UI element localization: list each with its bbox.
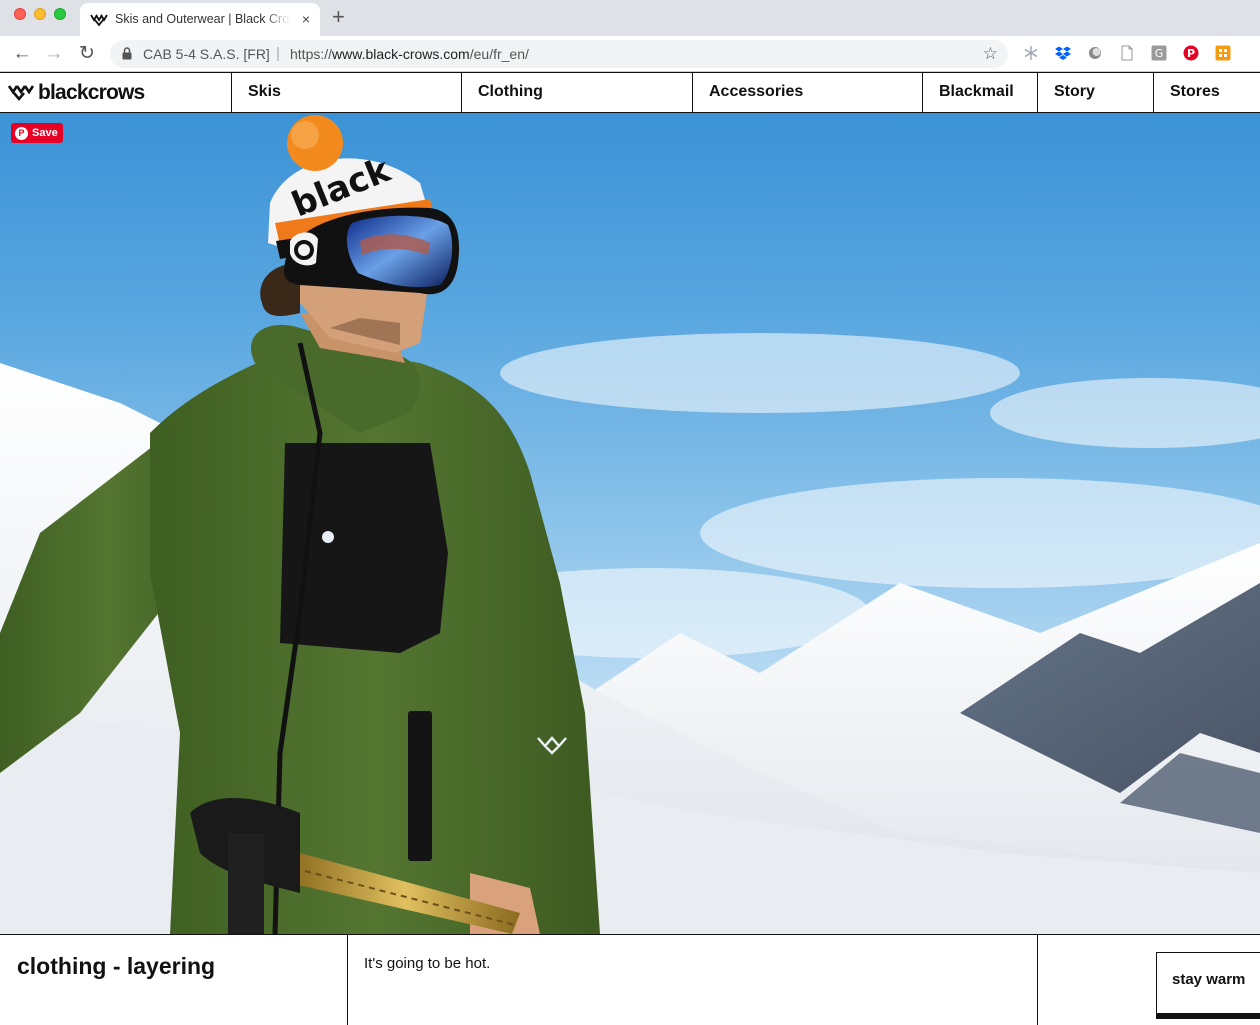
site-navigation: blackcrows Skis Clothing Accessories Bla… (0, 72, 1260, 113)
pinterest-save-button[interactable]: P Save (11, 123, 63, 143)
bookmark-star-icon[interactable]: ☆ (983, 44, 998, 64)
tab-title: Skis and Outerwear | Black Crows (115, 12, 290, 26)
circle-ext-icon[interactable] (1087, 45, 1103, 61)
nav-clothing[interactable]: Clothing (461, 73, 692, 112)
category-strip: clothing - layering It's going to be hot… (0, 934, 1260, 1025)
url-text[interactable]: https://www.black-crows.com/eu/fr_en/ (290, 46, 529, 62)
url-path: /eu/fr_en/ (469, 46, 529, 62)
blackcrows-logo[interactable]: blackcrows (8, 81, 145, 105)
hero-illustration: black (0, 115, 1260, 934)
tagline: It's going to be hot. (364, 955, 491, 972)
dropbox-icon[interactable] (1055, 45, 1071, 61)
snowflake-icon[interactable] (1023, 45, 1039, 61)
save-label: Save (32, 127, 58, 139)
reload-button[interactable]: ↻ (75, 42, 99, 66)
close-window-button[interactable] (14, 8, 26, 20)
lock-icon (122, 47, 132, 60)
maximize-window-button[interactable] (54, 8, 66, 20)
orange-ext-icon[interactable] (1215, 45, 1231, 61)
close-tab-icon[interactable]: × (302, 10, 310, 28)
url-host: www.black-crows.com (332, 46, 470, 62)
category-title: clothing - layering (17, 953, 216, 979)
logo-text: blackcrows (38, 81, 145, 104)
site-identity[interactable]: CAB 5-4 S.A.S. [FR] (143, 46, 270, 62)
nav-skis[interactable]: Skis (231, 73, 461, 112)
g-ext-icon[interactable]: G (1151, 45, 1167, 61)
blackcrows-favicon-icon (90, 14, 108, 26)
hero-image[interactable]: black P Save (0, 113, 1260, 934)
pinterest-logo-icon: P (15, 126, 28, 140)
nav-blackmail[interactable]: Blackmail (922, 73, 1037, 112)
nav-accessories[interactable]: Accessories (692, 73, 922, 112)
url-scheme: https:// (290, 46, 333, 62)
forward-button[interactable]: → (42, 42, 66, 66)
stay-warm-button[interactable]: stay warm (1156, 952, 1260, 1014)
svg-text:G: G (1155, 47, 1164, 60)
url-separator: | (276, 45, 280, 62)
address-bar[interactable]: CAB 5-4 S.A.S. [FR] | https://www.black-… (110, 40, 1008, 68)
new-tab-button[interactable]: + (332, 5, 345, 29)
browser-tab[interactable]: Skis and Outerwear | Black Crows × (80, 3, 320, 36)
pinterest-icon[interactable]: P (1183, 45, 1199, 61)
browser-tab-bar: Skis and Outerwear | Black Crows × + (0, 0, 1260, 36)
crows-logo-icon (8, 85, 35, 102)
nav-stores[interactable]: Stores (1153, 73, 1260, 112)
minimize-window-button[interactable] (34, 8, 46, 20)
page-icon[interactable] (1119, 45, 1135, 61)
svg-text:P: P (1187, 47, 1195, 60)
browser-toolbar: ← → ↻ CAB 5-4 S.A.S. [FR] | https://www.… (0, 36, 1260, 72)
tagline-cell (348, 935, 1038, 1025)
back-button[interactable]: ← (10, 42, 34, 66)
nav-story[interactable]: Story (1037, 73, 1153, 112)
category-title-cell: clothing - layering (0, 935, 348, 1025)
